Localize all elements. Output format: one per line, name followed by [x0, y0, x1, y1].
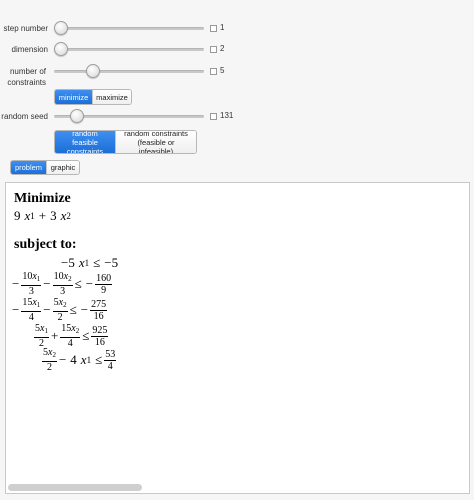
dimension-expand-icon[interactable]: [210, 46, 217, 53]
minimize-button[interactable]: minimize: [55, 90, 92, 104]
c2-coef-2: 10: [53, 271, 64, 282]
tab-problem[interactable]: problem: [11, 161, 46, 174]
c2-rhs-num: 160: [95, 272, 113, 285]
number-of-constraints-label: number of constraints: [7, 67, 46, 87]
c5-den-1: 2: [46, 362, 52, 373]
dimension-label: dimension: [11, 45, 48, 54]
c2-coef-1: 10: [22, 271, 33, 282]
problem-panel: Minimize 9 x1 + 3 x2 subject to: −5 x 1 ≤ …: [5, 182, 470, 494]
constraint-4: 5x1 2 + 15x2 4 ≤ 925 16: [34, 323, 109, 349]
c3-rhs-num: 275: [90, 298, 108, 311]
step-number-slider[interactable]: [54, 27, 204, 30]
c5-rhs-den: 4: [107, 360, 113, 372]
step-number-label: step number: [3, 24, 48, 33]
c4-coef-2: 15: [61, 323, 72, 334]
number-of-constraints-slider-thumb[interactable]: [86, 64, 100, 78]
constraint-mode-toggle[interactable]: random feasible constraints random const…: [54, 130, 197, 154]
constraint-1-rhs: −5: [104, 255, 119, 270]
random-seed-label: random seed: [1, 112, 48, 121]
c3-rhs-den: 16: [93, 310, 104, 322]
c2-den-1: 3: [28, 286, 34, 297]
c4-rhs-num: 925: [91, 324, 109, 337]
c4-rhs-den: 16: [94, 336, 105, 348]
step-number-expand-icon[interactable]: [210, 25, 217, 32]
step-number-value: 1: [220, 23, 225, 32]
number-of-constraints-slider[interactable]: [54, 70, 204, 73]
plus-operator: +: [38, 208, 47, 223]
dimension-slider[interactable]: [54, 48, 204, 51]
tab-graphic[interactable]: graphic: [46, 161, 79, 174]
c3-den-2: 2: [57, 312, 63, 323]
maximize-button[interactable]: maximize: [92, 90, 131, 104]
constraint-1: −5 x 1 ≤ −5: [61, 255, 119, 270]
constraint-5: 5x2 2 − 4x1 ≤ 53 4: [42, 347, 117, 373]
number-of-constraints-expand-icon[interactable]: [210, 68, 217, 75]
objective-expression: 9 x1 + 3 x2: [14, 208, 71, 223]
random-feasible-constraints-button[interactable]: random feasible constraints: [55, 131, 115, 153]
random-constraints-button[interactable]: random constraints (feasible or infeasib…: [115, 131, 196, 153]
c5-coef-2: 4: [70, 352, 77, 367]
objective-mode-toggle[interactable]: minimize maximize: [54, 89, 132, 105]
subject-to-heading: subject to:: [14, 237, 77, 252]
objective-coef-2: 3: [50, 208, 57, 223]
c3-coef-1: 15: [22, 297, 33, 308]
constraint-1-coef: −5: [61, 255, 75, 270]
view-tabs[interactable]: problem graphic: [10, 160, 80, 175]
objective-heading: Minimize: [14, 191, 71, 206]
constraint-3: − 15x1 4 − 5x2 2 ≤ − 275 16: [12, 297, 108, 323]
c3-den-1: 4: [28, 312, 34, 323]
constraint-2: − 10x1 3 − 10x2 3 ≤ − 160 9: [12, 271, 113, 297]
constraint-1-relation: ≤: [93, 255, 101, 270]
horizontal-scrollbar[interactable]: [8, 484, 142, 491]
objective-coef-1: 9: [14, 208, 21, 223]
random-seed-slider-thumb[interactable]: [70, 109, 84, 123]
c2-rhs-den: 9: [101, 284, 107, 296]
dimension-slider-thumb[interactable]: [54, 42, 68, 56]
random-seed-expand-icon[interactable]: [210, 113, 217, 120]
random-seed-value: 131: [220, 111, 234, 120]
dimension-value: 2: [220, 44, 225, 53]
number-of-constraints-value: 5: [220, 66, 225, 75]
step-number-slider-thumb[interactable]: [54, 21, 68, 35]
c5-rhs-num: 53: [104, 348, 117, 361]
c2-den-2: 3: [60, 286, 66, 297]
